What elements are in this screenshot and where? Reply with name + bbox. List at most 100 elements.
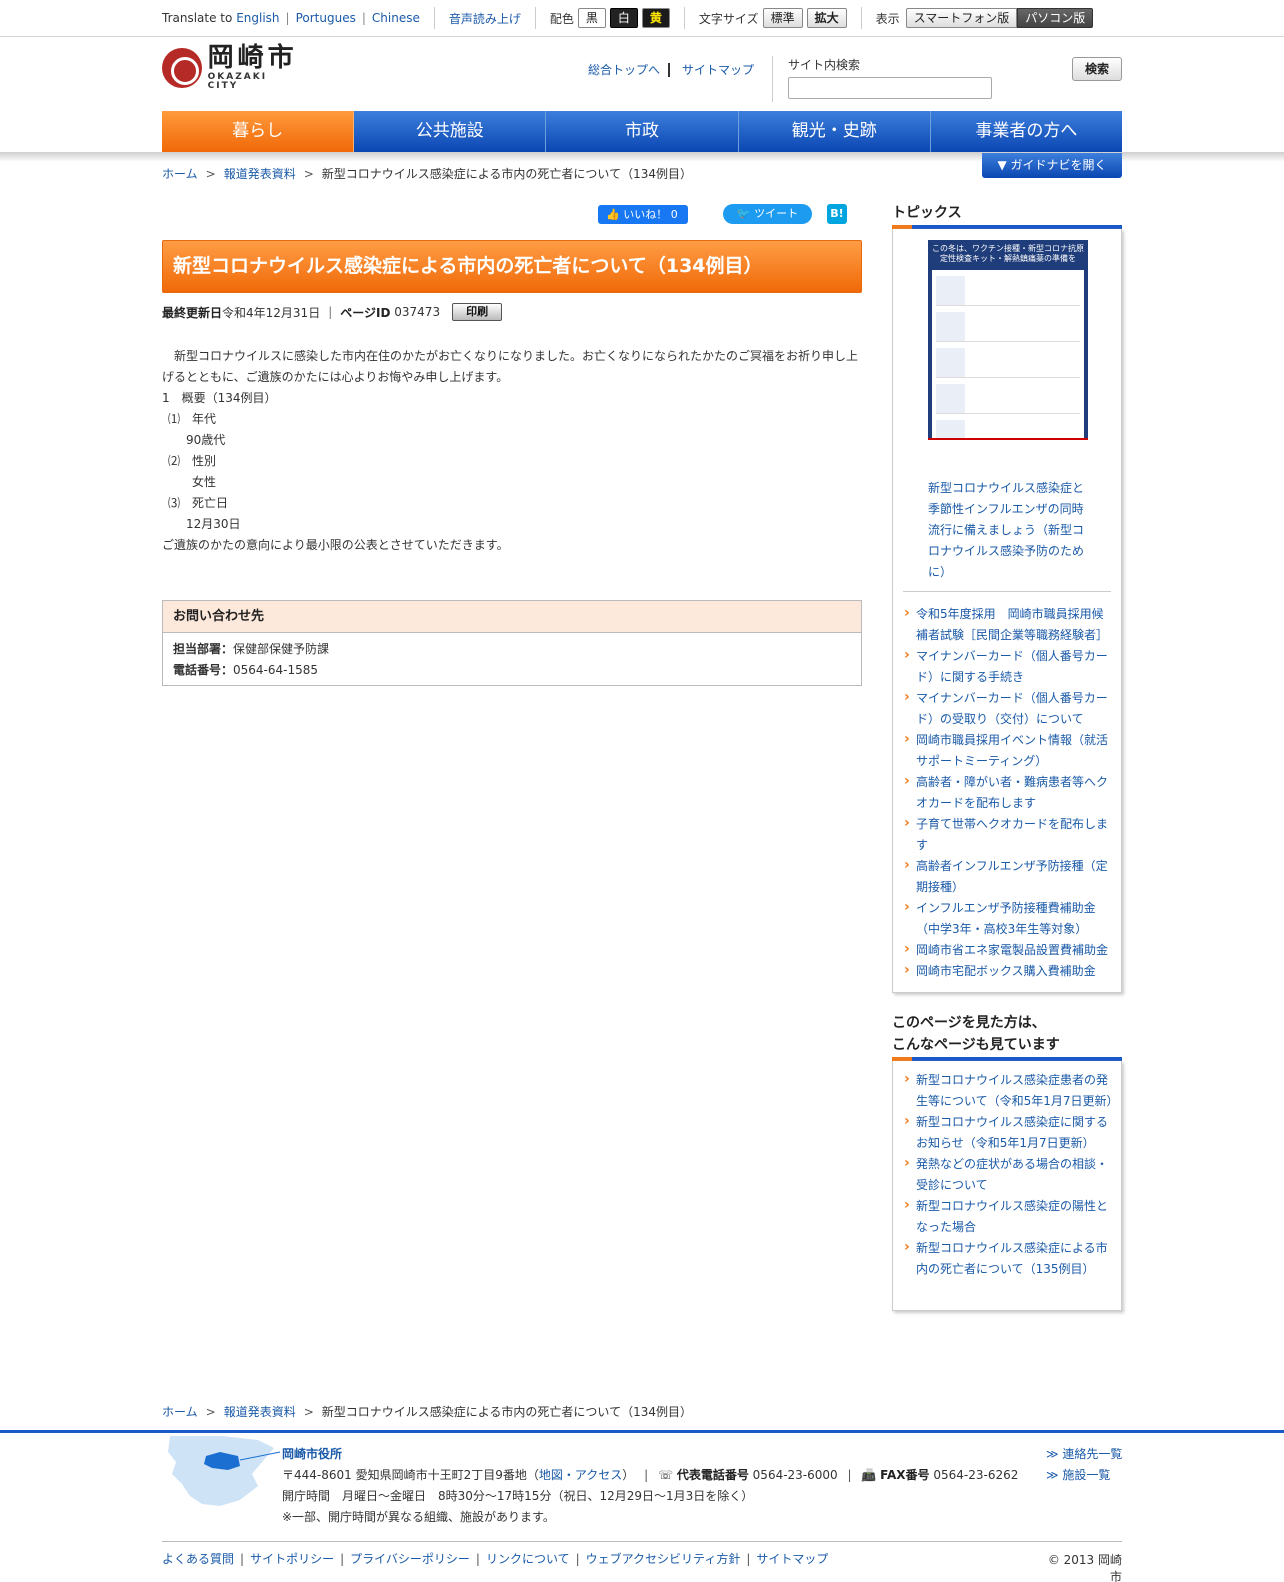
faq-link[interactable]: よくある質問 — [162, 1550, 234, 1567]
footer-links: よくある質問 | サイトポリシー | プライバシーポリシー | リンクについて … — [162, 1550, 829, 1567]
article-body: 新型コロナウイルスに感染した市内在住のかたがお亡くなりになりました。お亡くなりに… — [162, 346, 862, 556]
breadcrumb-home[interactable]: ホーム — [162, 1403, 198, 1420]
color-yellow-button[interactable]: 黄 — [641, 8, 670, 28]
voice-reader-link[interactable]: 音声読み上げ — [449, 10, 521, 27]
article-title-box: 新型コロナウイルス感染症による市内の死亡者について（134例目） — [162, 240, 862, 293]
lang-portugues-link[interactable]: Portugues — [296, 11, 356, 25]
topic-item[interactable]: 岡崎市省エネ家電製品設置費補助金 — [902, 939, 1114, 961]
tel-main-value: 0564-23-6000 — [752, 1468, 838, 1482]
font-standard-button[interactable]: 標準 — [762, 8, 803, 28]
footer-sitemap-link[interactable]: サイトマップ — [756, 1550, 828, 1567]
topic-item[interactable]: 高齢者・障がい者・難病患者等へクオカードを配布します — [902, 771, 1114, 814]
outline-heading: 1 概要（134例目） — [162, 391, 277, 405]
font-size-label: 文字サイズ — [698, 11, 759, 26]
related-item[interactable]: 新型コロナウイルス感染症の陽性となった場合 — [902, 1195, 1114, 1238]
city-emblem-icon — [162, 48, 202, 88]
nav-kurashi[interactable]: 暮らし — [162, 111, 355, 152]
hatena-bookmark-button[interactable]: B! — [827, 204, 847, 224]
tel-main-label: 代表電話番号 — [676, 1468, 749, 1482]
fax-icon: 📠 — [861, 1468, 877, 1482]
topic-item[interactable]: マイナンバーカード（個人番号カード）の受取り（交付）について — [902, 687, 1114, 730]
fax-label: FAX番号 — [880, 1468, 930, 1482]
color-label: 配色 — [549, 11, 574, 26]
date-value: 12月30日 — [186, 517, 241, 531]
topics-title: トピックス — [892, 205, 962, 221]
search-input[interactable] — [788, 77, 992, 99]
breadcrumb-press[interactable]: 報道発表資料 — [224, 1403, 296, 1420]
facility-list-link[interactable]: ≫ 施設一覧 — [1046, 1468, 1110, 1482]
smartphone-view-button[interactable]: スマートフォン版 — [905, 8, 1018, 28]
guide-navi-button[interactable]: ▼ ガイドナビを開く — [982, 153, 1122, 178]
breadcrumb-current: 新型コロナウイルス感染症による市内の死亡者について（134例目） — [321, 167, 692, 181]
office-address: 〒444-8601 愛知県岡崎市十王町2丁目9番地 — [282, 1468, 527, 1482]
breadcrumb-home[interactable]: ホーム — [162, 165, 198, 182]
search-button[interactable]: 検索 — [1072, 57, 1122, 81]
related-title: このページを見た方は、 こんなページも見ています — [892, 1015, 1060, 1053]
article-meta: 最終更新日 令和4年12月31日 | ページID 037473 印刷 — [162, 303, 503, 321]
site-policy-link[interactable]: サイトポリシー — [250, 1550, 334, 1567]
topic-item[interactable]: インフルエンザ予防接種費補助金（中学3年・高校3年生等対象） — [902, 897, 1114, 940]
topics-list: 令和5年度採用 岡崎市職員採用候補者試験［民間企業等職務経験者］ マイナンバーカ… — [902, 603, 1114, 982]
updated-value: 令和4年12月31日 — [222, 305, 321, 320]
link-policy-link[interactable]: リンクについて — [486, 1550, 570, 1567]
nav-city-admin[interactable]: 市政 — [546, 111, 739, 152]
related-item[interactable]: 新型コロナウイルス感染症患者の発生等について（令和5年1月7日更新） — [902, 1069, 1119, 1112]
twitter-bird-icon: 🐦 — [736, 207, 751, 220]
topic-poster-image[interactable]: この冬は、ワクチン接種・新型コロナ抗原定性検査キット・解熱鎮痛薬の準備を — [928, 240, 1088, 472]
poster-header: この冬は、ワクチン接種・新型コロナ抗原定性検査キット・解熱鎮痛薬の準備を — [928, 240, 1088, 268]
tel-label: 電話番号： — [173, 663, 234, 677]
closing-paragraph: ご遺族のかたの意向により最小限の公表とさせていただきます。 — [162, 538, 509, 552]
related-item[interactable]: 発熱などの症状がある場合の相談・受診について — [902, 1153, 1114, 1196]
color-white-button[interactable]: 白 — [609, 8, 638, 28]
header-links: 総合トップへ サイトマップ — [588, 61, 754, 78]
topic-item[interactable]: 岡崎市職員採用イベント情報（就活サポートミーティング） — [902, 729, 1114, 772]
topic-item[interactable]: 岡崎市宅配ボックス購入費補助金 — [902, 960, 1114, 982]
translate-label: Translate to — [162, 11, 233, 25]
breadcrumb-press[interactable]: 報道発表資料 — [224, 165, 296, 182]
office-name: 岡崎市役所 — [282, 1447, 343, 1461]
nav-tourism[interactable]: 観光・史跡 — [738, 111, 931, 152]
age-value: 90歳代 — [186, 433, 226, 447]
office-hours-note: ※一部、開庁時間が異なる組織、施設があります。 — [282, 1510, 555, 1524]
page-id-value: 037473 — [394, 305, 441, 319]
date-label: ⑶ 死亡日 — [168, 496, 229, 510]
poster-caption-link[interactable]: 新型コロナウイルス感染症と季節性インフルエンザの同時流行に備えましょう（新型コロ… — [928, 478, 1088, 583]
display-label: 表示 — [875, 11, 900, 26]
thumbs-up-icon: 👍 — [606, 208, 620, 221]
topic-item[interactable]: 令和5年度採用 岡崎市職員採用候補者試験［民間企業等職務経験者］ — [902, 603, 1114, 646]
fax-value: 0564-23-6262 — [933, 1468, 1019, 1482]
tel-value: 0564-64-1585 — [233, 663, 319, 677]
footer-side-links: ≫ 連絡先一覧 ≫ 施設一覧 — [1046, 1444, 1122, 1486]
lang-english-link[interactable]: English — [236, 11, 279, 25]
breadcrumb-current: 新型コロナウイルス感染症による市内の死亡者について（134例目） — [321, 1405, 692, 1419]
font-large-button[interactable]: 拡大 — [806, 8, 847, 28]
breadcrumb-bottom: ホーム > 報道発表資料 > 新型コロナウイルス感染症による市内の死亡者について… — [162, 1403, 692, 1420]
related-item[interactable]: 新型コロナウイルス感染症に関するお知らせ（令和5年1月7日更新） — [902, 1111, 1114, 1154]
topic-item[interactable]: マイナンバーカード（個人番号カード）に関する手続き — [902, 645, 1114, 688]
site-search: サイト内検索 — [772, 56, 992, 102]
nav-facilities[interactable]: 公共施設 — [354, 111, 547, 152]
print-button[interactable]: 印刷 — [452, 303, 503, 321]
nav-business[interactable]: 事業者の方へ — [930, 111, 1123, 152]
lang-chinese-link[interactable]: Chinese — [372, 11, 420, 25]
topic-item[interactable]: 子育て世帯へクオカードを配布します — [902, 813, 1114, 856]
phone-icon: ☏ — [657, 1468, 673, 1482]
site-logo[interactable]: 岡崎市 OKAZAKI CITY — [162, 45, 302, 91]
top-page-link[interactable]: 総合トップへ — [588, 61, 660, 78]
age-label: ⑴ 年代 — [168, 412, 217, 426]
sex-label: ⑵ 性別 — [168, 454, 217, 468]
accessibility-link[interactable]: ウェブアクセシビリティ方針 — [586, 1550, 741, 1567]
dept-value: 保健部保健予防課 — [233, 642, 330, 656]
page-title: 新型コロナウイルス感染症による市内の死亡者について（134例目） — [173, 255, 763, 277]
topic-item[interactable]: 高齢者インフルエンザ予防接種（定期接種） — [902, 855, 1114, 898]
facebook-like-button[interactable]: 👍 いいね！ 0 — [598, 205, 688, 224]
contact-list-link[interactable]: ≫ 連絡先一覧 — [1046, 1447, 1122, 1461]
pc-view-button[interactable]: パソコン版 — [1017, 8, 1094, 28]
tweet-button[interactable]: 🐦 ツイート — [723, 204, 812, 224]
sitemap-link[interactable]: サイトマップ — [682, 61, 754, 78]
copyright: © 2013 岡崎市 — [1047, 1553, 1122, 1582]
color-black-button[interactable]: 黒 — [577, 8, 606, 28]
related-item[interactable]: 新型コロナウイルス感染症による市内の死亡者について（135例目） — [902, 1237, 1114, 1280]
map-access-link[interactable]: 地図・アクセス — [539, 1468, 622, 1482]
privacy-policy-link[interactable]: プライバシーポリシー — [350, 1550, 470, 1567]
